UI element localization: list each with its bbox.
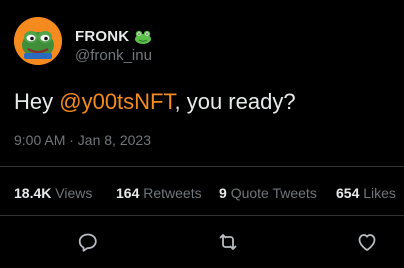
tweet-actions <box>0 230 404 254</box>
reply-button[interactable] <box>76 230 100 254</box>
author-handle[interactable]: @fronk_inu <box>75 47 152 64</box>
tweet-text-start: Hey <box>14 89 60 114</box>
like-button[interactable] <box>355 230 379 254</box>
avatar[interactable] <box>14 17 62 65</box>
likes-stat[interactable]: 654 Likes <box>336 185 396 201</box>
views-label: Views <box>55 185 93 201</box>
author-display-name[interactable]: FRONK <box>75 28 129 45</box>
mention-link[interactable]: @y00tsNFT <box>59 89 174 114</box>
like-icon <box>358 234 376 251</box>
frog-emoji-icon <box>134 30 152 44</box>
tweet-text: Hey @y00tsNFT, you ready? <box>14 89 296 115</box>
tweet-text-end: , you ready? <box>174 89 296 114</box>
views-count: 18.4K <box>14 185 52 201</box>
retweet-button[interactable] <box>216 230 240 254</box>
retweet-icon <box>219 234 237 250</box>
quotes-count: 9 <box>219 185 227 201</box>
retweets-count: 164 <box>116 185 140 201</box>
likes-count: 654 <box>336 185 360 201</box>
quotes-label: Quote Tweets <box>230 185 317 201</box>
likes-label: Likes <box>363 185 396 201</box>
retweets-stat[interactable]: 164 Retweets <box>116 185 202 201</box>
tweet-timestamp[interactable]: 9:00 AM · Jan 8, 2023 <box>14 132 151 148</box>
views-stat: 18.4K Views <box>14 185 92 201</box>
retweets-label: Retweets <box>143 185 202 201</box>
divider-bottom <box>0 215 404 216</box>
quote-tweets-stat[interactable]: 9 Quote Tweets <box>219 185 317 201</box>
author-name-row: FRONK <box>75 28 152 45</box>
reply-icon <box>78 233 97 252</box>
pepe-frog-avatar-icon <box>14 17 62 65</box>
divider-top <box>0 166 404 167</box>
